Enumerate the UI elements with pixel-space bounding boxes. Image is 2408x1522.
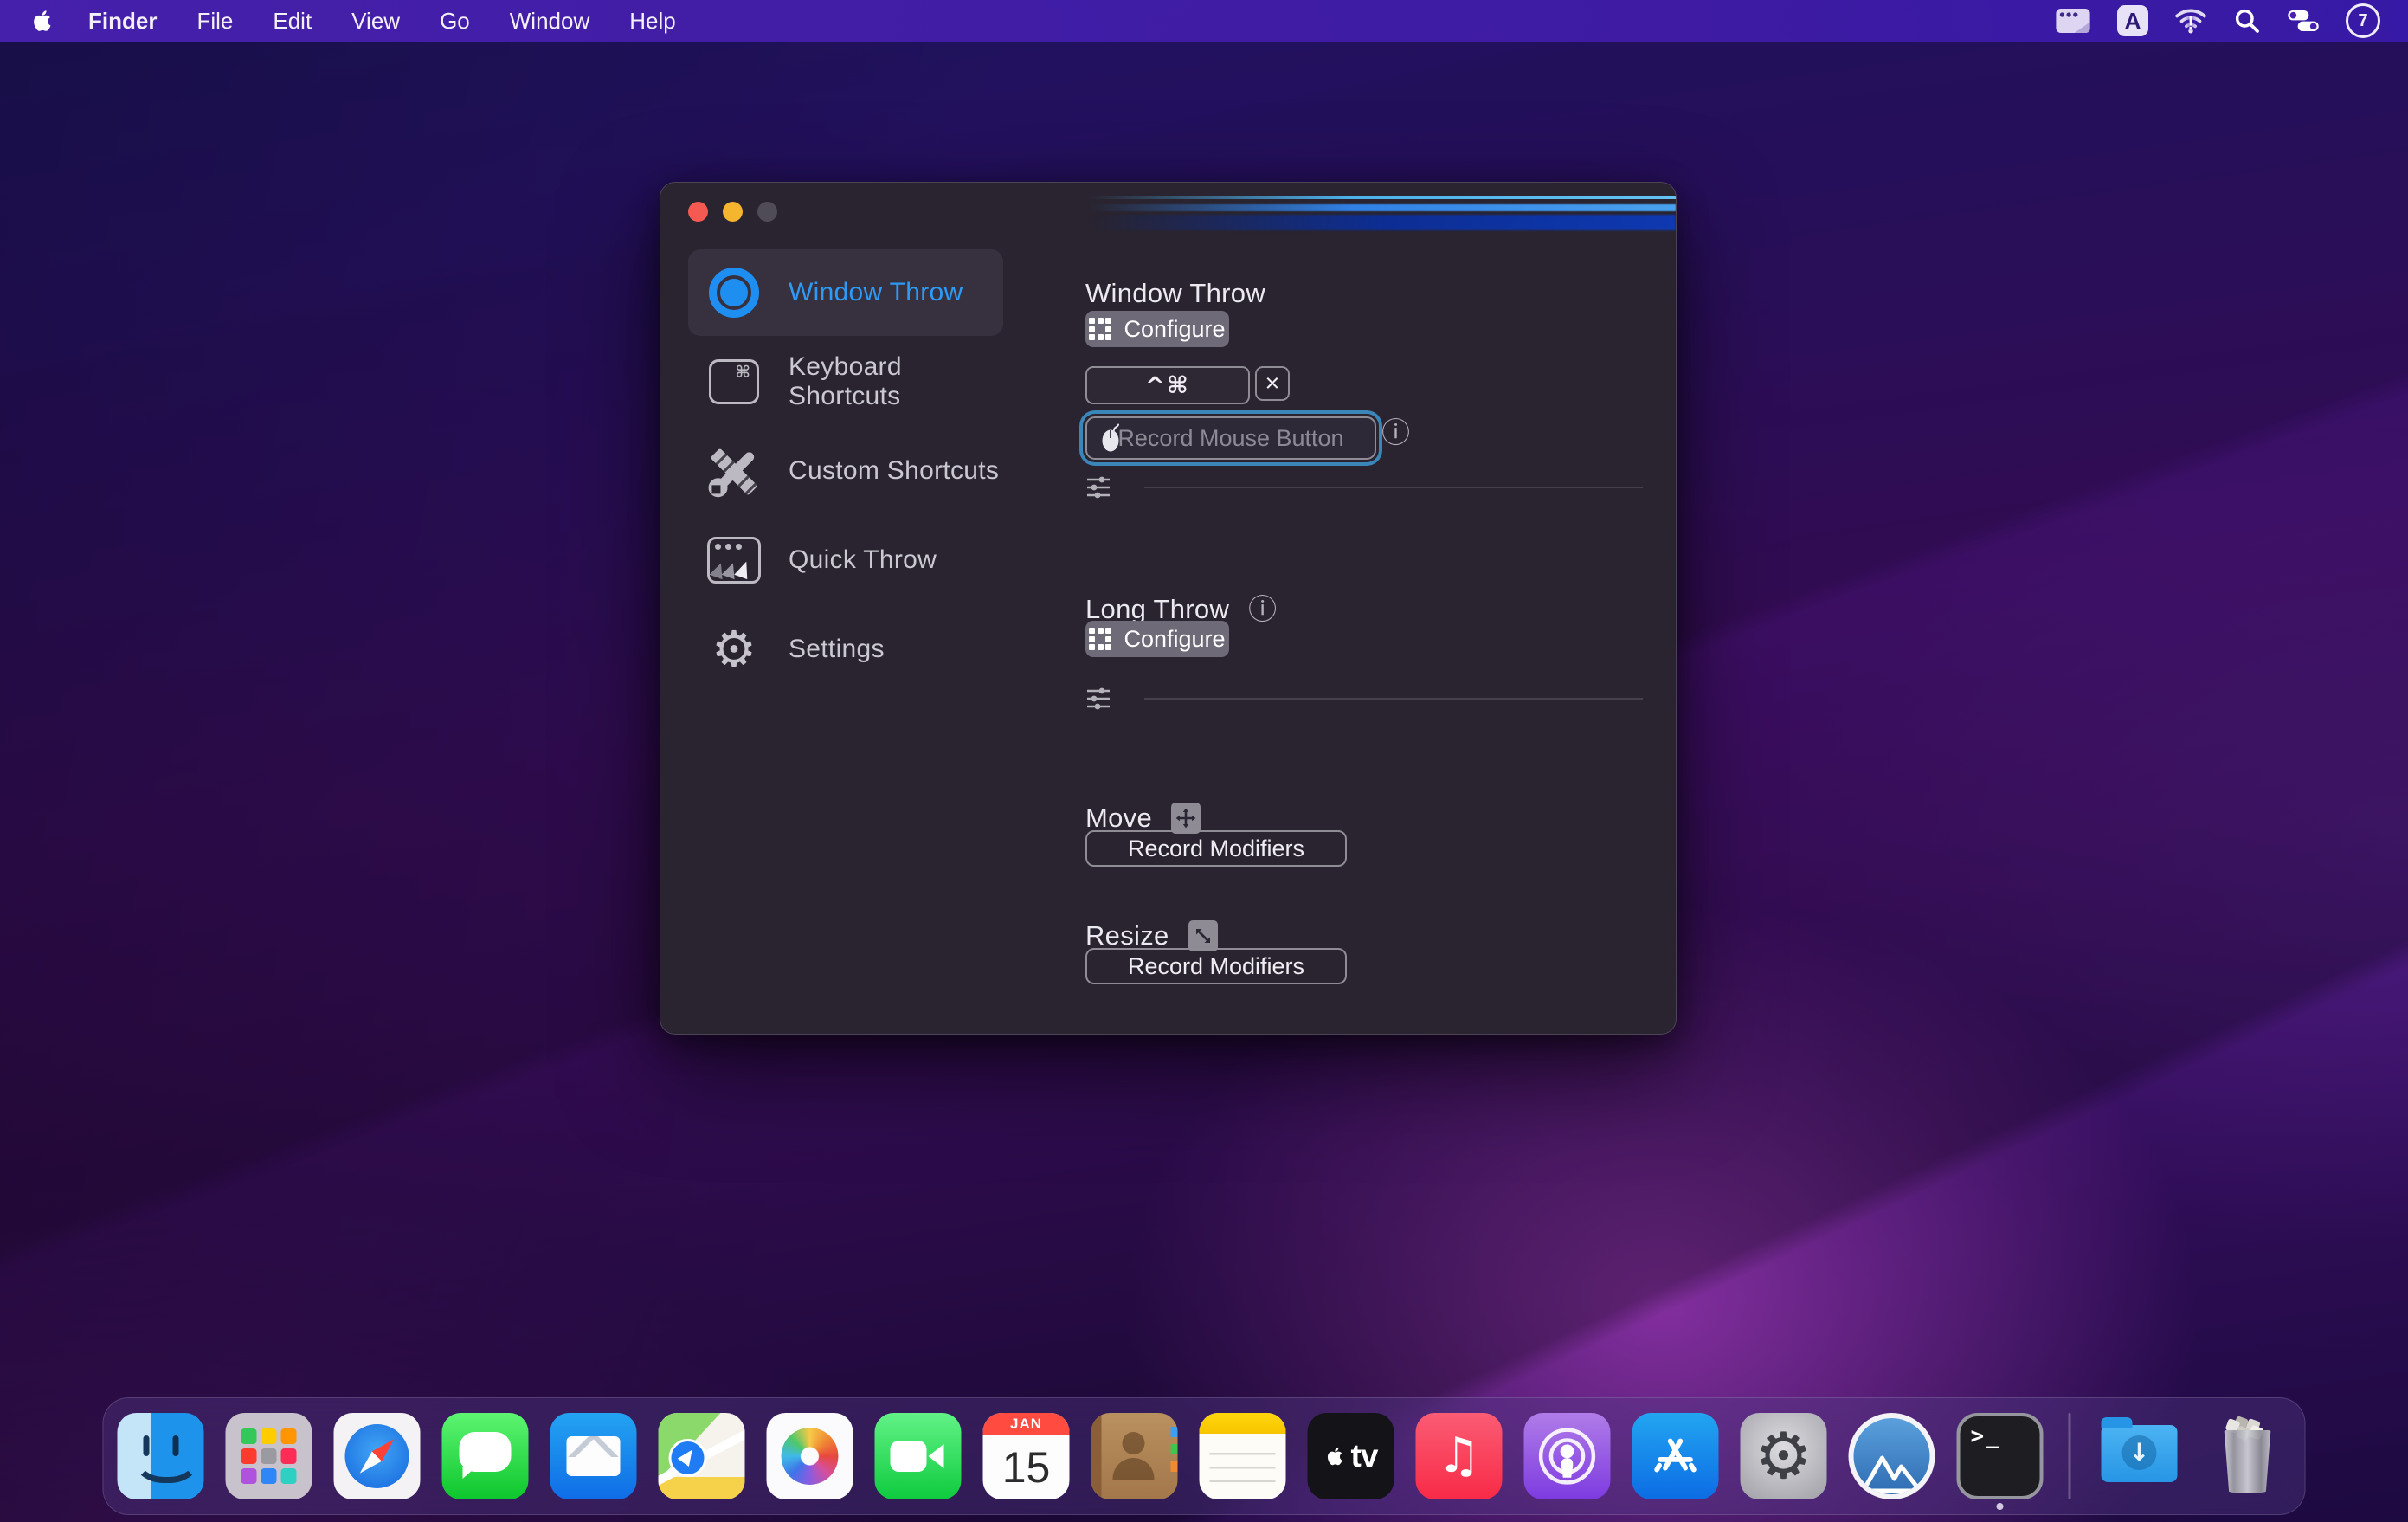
record-modifiers-resize-button[interactable]: Record Modifiers — [1085, 948, 1347, 984]
zoom-button[interactable] — [757, 202, 777, 222]
settings-content: Window Throw Configure ^⌘ × Record Mouse… — [1085, 183, 1650, 1034]
record-circle-icon — [705, 264, 763, 321]
info-icon-window-throw[interactable]: ⓘ — [1381, 418, 1410, 447]
sidebar: Window Throw ⌘ Keyboard Shortcuts Custom… — [688, 249, 1003, 695]
dock-app-store-icon[interactable] — [1632, 1413, 1719, 1499]
menu-go[interactable]: Go — [440, 8, 470, 35]
cursors-panel-icon — [705, 532, 763, 589]
input-source-icon[interactable]: A — [2117, 5, 2148, 36]
sidebar-item-keyboard-shortcuts[interactable]: ⌘ Keyboard Shortcuts — [688, 339, 1003, 425]
divider-line — [1144, 487, 1643, 488]
apple-logo-icon — [1324, 1443, 1347, 1469]
dock-tv-icon[interactable]: tv — [1308, 1413, 1394, 1499]
menu-view[interactable]: View — [351, 8, 400, 35]
menu-bar-status-area: A ! 7 — [2055, 3, 2408, 38]
advanced-row-window-throw — [1085, 474, 1650, 501]
move-arrows-icon — [1171, 803, 1201, 834]
record-mouse-placeholder: Record Mouse Button — [1117, 425, 1343, 452]
control-center-icon[interactable] — [2287, 8, 2320, 34]
mouse-icon — [1099, 423, 1125, 457]
spotlight-icon[interactable] — [2233, 7, 2261, 35]
download-arrow-icon: ↓ — [2129, 1441, 2149, 1465]
desktop: { "menu_bar": { "app_name": "Finder", "i… — [0, 0, 2408, 1522]
configure-window-throw-button[interactable]: Configure — [1085, 311, 1229, 347]
menu-window[interactable]: Window — [510, 8, 589, 35]
divider-line — [1144, 698, 1643, 700]
close-x-icon: × — [1265, 371, 1280, 397]
sidebar-item-custom-shortcuts[interactable]: Custom Shortcuts — [688, 428, 1003, 514]
sidebar-item-label: Keyboard Shortcuts — [789, 352, 1003, 411]
mosaic-menubar-icon[interactable] — [2055, 7, 2091, 35]
configure-long-throw-button[interactable]: Configure — [1085, 621, 1229, 657]
keyboard-shortcut-field[interactable]: ^⌘ — [1085, 366, 1250, 404]
sidebar-item-label: Custom Shortcuts — [789, 456, 999, 486]
mountains-icon — [1860, 1449, 1924, 1494]
dock: JAN 15 tv ♫ ⚙ — [103, 1397, 2306, 1515]
calendar-day: 15 — [983, 1435, 1070, 1499]
grid-icon — [1089, 628, 1111, 650]
dock-system-preferences-icon[interactable]: ⚙ — [1741, 1413, 1827, 1499]
resize-diagonal-icon — [1188, 920, 1218, 951]
terminal-prompt: >_ — [1971, 1423, 2001, 1449]
running-indicator — [1997, 1503, 2004, 1510]
dock-music-icon[interactable]: ♫ — [1416, 1413, 1503, 1499]
dock-photos-icon[interactable] — [767, 1413, 853, 1499]
circled-7-icon[interactable]: 7 — [2346, 3, 2380, 38]
calendar-month: JAN — [983, 1413, 1070, 1435]
info-icon-long-throw[interactable]: ⓘ — [1248, 595, 1277, 623]
dock-finder-icon[interactable] — [118, 1413, 204, 1499]
dock-downloads-icon[interactable]: ↓ — [2096, 1413, 2183, 1499]
dock-calendar-icon[interactable]: JAN 15 — [983, 1413, 1070, 1499]
music-note-icon: ♫ — [1437, 1432, 1480, 1480]
record-modifiers-move-button[interactable]: Record Modifiers — [1085, 830, 1347, 867]
dock-facetime-icon[interactable] — [875, 1413, 962, 1499]
dock-mosaic-icon[interactable] — [1849, 1413, 1935, 1499]
dock-notes-icon[interactable] — [1200, 1413, 1286, 1499]
advanced-options-icon[interactable] — [1085, 474, 1111, 501]
record-mouse-button-field[interactable]: Record Mouse Button — [1085, 416, 1376, 460]
sidebar-item-window-throw[interactable]: Window Throw — [688, 249, 1003, 336]
menu-app-name[interactable]: Finder — [88, 8, 157, 35]
menu-file[interactable]: File — [196, 8, 233, 35]
sidebar-item-label: Quick Throw — [789, 545, 937, 575]
apple-menu-icon[interactable] — [29, 8, 55, 34]
advanced-options-icon[interactable] — [1085, 685, 1111, 713]
wrench-ruler-icon — [705, 442, 763, 500]
dock-contacts-icon[interactable] — [1091, 1413, 1178, 1499]
minimize-button[interactable] — [723, 202, 743, 222]
sidebar-item-label: Settings — [789, 635, 885, 664]
menu-edit[interactable]: Edit — [273, 8, 312, 35]
mosaic-preferences-window: Window Throw ⌘ Keyboard Shortcuts Custom… — [660, 182, 1677, 1035]
close-button[interactable] — [688, 202, 708, 222]
section-title-resize: Resize — [1085, 920, 1218, 951]
sidebar-item-settings[interactable]: ⚙ Settings — [688, 606, 1003, 693]
dock-messages-icon[interactable] — [442, 1413, 529, 1499]
grid-icon — [1089, 318, 1111, 340]
menu-help[interactable]: Help — [629, 8, 675, 35]
dock-podcasts-icon[interactable] — [1524, 1413, 1611, 1499]
section-title-move: Move — [1085, 803, 1201, 834]
dock-trash-icon[interactable] — [2205, 1413, 2291, 1499]
section-title-window-throw: Window Throw — [1085, 278, 1265, 309]
sidebar-item-label: Window Throw — [789, 278, 963, 307]
dock-maps-icon[interactable] — [659, 1413, 745, 1499]
dock-launchpad-icon[interactable] — [226, 1413, 312, 1499]
menu-bar-left: Finder File Edit View Go Window Help — [0, 8, 676, 35]
clear-shortcut-button[interactable]: × — [1255, 366, 1290, 401]
command-key-icon: ⌘ — [705, 353, 763, 410]
menu-bar: Finder File Edit View Go Window Help A ! — [0, 0, 2408, 42]
sidebar-item-quick-throw[interactable]: Quick Throw — [688, 517, 1003, 603]
dock-safari-icon[interactable] — [334, 1413, 421, 1499]
gear-icon: ⚙ — [705, 621, 763, 678]
wifi-alert-icon[interactable]: ! — [2174, 7, 2207, 35]
dock-divider — [2069, 1413, 2071, 1499]
dock-mail-icon[interactable] — [550, 1413, 637, 1499]
shortcut-value: ^⌘ — [1145, 372, 1190, 399]
tv-label: tv — [1351, 1438, 1378, 1474]
dock-terminal-icon[interactable]: >_ — [1957, 1413, 2044, 1499]
advanced-row-long-throw — [1085, 685, 1650, 713]
gear-icon: ⚙ — [1754, 1424, 1812, 1488]
